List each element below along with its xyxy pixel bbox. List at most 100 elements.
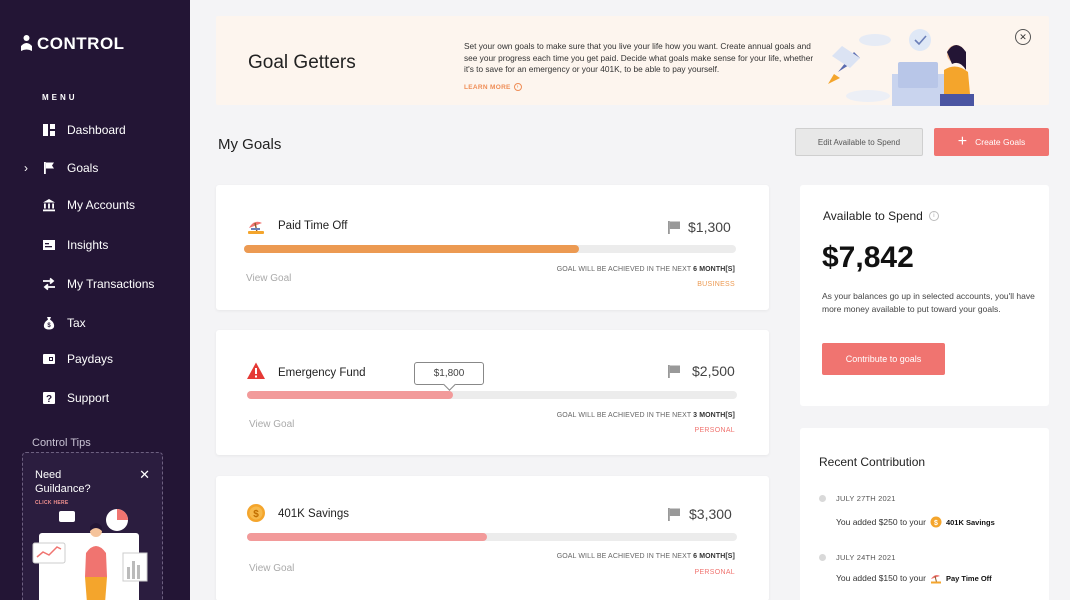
coin-icon: $ [247, 504, 265, 522]
sidebar-item-my-transactions[interactable]: My Transactions [0, 271, 190, 297]
timeline-dot [819, 495, 826, 502]
goal-getters-banner: Goal Getters Set your own goals to make … [216, 16, 1049, 106]
coin-icon: $ [930, 516, 942, 528]
create-goals-button[interactable]: + Create Goals [934, 128, 1049, 156]
available-to-spend-panel: Available to Spend i $7,842 As your bala… [800, 185, 1049, 406]
wallet-icon [43, 354, 55, 364]
insights-icon [43, 240, 55, 250]
sidebar-item-label: Insights [67, 238, 109, 252]
sidebar-item-label: Tax [67, 316, 86, 330]
arrow-right-icon: › [513, 83, 522, 91]
beach-icon [248, 221, 264, 234]
goal-category-badge: PERSONAL [694, 569, 735, 576]
transfer-icon [43, 277, 55, 291]
sidebar-item-tax[interactable]: $ Tax [0, 310, 190, 336]
progress-fill [247, 391, 453, 399]
flag-icon [44, 162, 54, 174]
recent-title: Recent Contribution [819, 455, 926, 469]
goal-card-emergency-fund[interactable]: Emergency Fund $1,800 $2,500 View Goal G… [216, 330, 769, 455]
goal-amount: $2,500 [692, 363, 735, 379]
contribute-to-goals-button[interactable]: Contribute to goals [822, 343, 945, 375]
contribution-goal: Pay Time Off [945, 573, 992, 583]
goal-category-badge: BUSINESS [697, 281, 735, 288]
banner-description: Set your own goals to make sure that you… [464, 41, 814, 74]
create-button-label: Create Goals [975, 137, 1026, 147]
sidebar-item-goals[interactable]: › Goals [0, 155, 190, 181]
info-icon[interactable]: i [928, 211, 939, 221]
available-amount: $7,842 [822, 241, 914, 274]
beach-icon [930, 575, 941, 584]
learn-more-link[interactable]: LEARN MORE › [464, 83, 522, 91]
help-icon: ? [43, 392, 55, 405]
goal-achieve-text: GOAL WILL BE ACHIEVED IN THE NEXT 6 MONT… [556, 553, 735, 560]
view-goal-link[interactable]: View Goal [249, 563, 294, 574]
goal-amount: $3,300 [689, 506, 732, 522]
sidebar-item-label: Support [67, 391, 110, 405]
control-tips-card[interactable]: Need Guildance? CLICK HERE ✕ [22, 452, 163, 600]
goal-amount: $1,300 [688, 219, 731, 235]
close-icon[interactable]: ✕ [1015, 29, 1031, 45]
progress-track [247, 533, 737, 541]
progress-fill [247, 533, 488, 541]
sidebar-item-support[interactable]: ? Support [0, 385, 190, 411]
guidance-illustration-icon [32, 509, 148, 600]
money-bag-icon: $ [43, 317, 55, 330]
available-title-label: Available to Spend [823, 209, 923, 223]
sidebar: CONTROL MENU Dashboard › Goals My Accoun… [0, 0, 190, 600]
goal-name: Paid Time Off [278, 220, 348, 232]
timeline-dot [819, 554, 826, 561]
svg-text:$: $ [253, 509, 259, 520]
available-title: Available to Spend i [823, 209, 939, 223]
contribution-text: You added $150 to your [836, 573, 926, 583]
goal-card-401k-savings[interactable]: $ 401K Savings $3,300 View Goal GOAL WIL… [216, 476, 769, 600]
contribution-line: You added $150 to your Pay Time Off [836, 572, 992, 584]
contribution-goal: 401K Savings [945, 517, 995, 527]
available-description: As your balances go up in selected accou… [822, 291, 1035, 314]
tips-card-title: Need Guildance? [35, 469, 91, 495]
view-goal-link[interactable]: View Goal [249, 419, 294, 430]
goal-name: 401K Savings [278, 508, 349, 520]
brand-name: CONTROL [37, 34, 125, 53]
svg-text:?: ? [46, 394, 52, 405]
svg-text:$: $ [934, 520, 938, 527]
edit-available-to-spend-button[interactable]: Edit Available to Spend [795, 128, 923, 156]
progress-tooltip: $1,800 [414, 362, 484, 385]
control-tips-title: Control Tips [32, 437, 91, 449]
goal-category-badge: PERSONAL [694, 427, 735, 434]
progress-fill [244, 245, 579, 253]
contribution-text: You added $250 to your [836, 517, 926, 527]
contribution-date: JULY 24TH 2021 [836, 553, 896, 562]
progress-track [244, 245, 736, 253]
progress-track [247, 391, 737, 399]
goal-achieve-text: GOAL WILL BE ACHIEVED IN THE NEXT 6 MONT… [556, 266, 735, 273]
sidebar-item-label: My Transactions [67, 277, 155, 291]
sidebar-item-paydays[interactable]: Paydays [0, 346, 190, 372]
bank-icon [43, 199, 55, 212]
sidebar-item-my-accounts[interactable]: My Accounts [0, 192, 190, 218]
sidebar-item-label: My Accounts [67, 198, 136, 212]
contribution-line: You added $250 to your $ 401K Savings [836, 516, 995, 528]
brand-logo[interactable]: CONTROL [20, 34, 125, 54]
flag-icon [668, 221, 680, 234]
goal-card-paid-time-off[interactable]: Paid Time Off $1,300 View Goal GOAL WILL… [216, 185, 769, 310]
flag-icon [668, 508, 680, 521]
sidebar-item-label: Goals [67, 161, 99, 175]
view-goal-link[interactable]: View Goal [246, 273, 291, 284]
sidebar-item-insights[interactable]: Insights [0, 232, 190, 258]
learn-more-label: LEARN MORE [464, 83, 511, 91]
sidebar-item-label: Dashboard [67, 123, 126, 137]
plus-icon: + [957, 133, 968, 150]
chevron-right-icon: › [24, 161, 28, 175]
edit-button-label: Edit Available to Spend [817, 137, 901, 147]
logo-icon [21, 35, 32, 51]
warning-icon [247, 362, 265, 379]
close-icon[interactable]: ✕ [139, 467, 150, 483]
contribution-date: JULY 27TH 2021 [836, 494, 896, 503]
page-title: My Goals [218, 136, 282, 153]
recent-contribution-panel: Recent Contribution JULY 27TH 2021 You a… [800, 428, 1049, 600]
banner-title: Goal Getters [248, 52, 356, 73]
goal-getters-illustration-icon [828, 29, 974, 106]
goal-achieve-text: GOAL WILL BE ACHIEVED IN THE NEXT 3 MONT… [556, 412, 735, 419]
sidebar-item-dashboard[interactable]: Dashboard [0, 117, 190, 143]
goal-name: Emergency Fund [278, 367, 366, 379]
